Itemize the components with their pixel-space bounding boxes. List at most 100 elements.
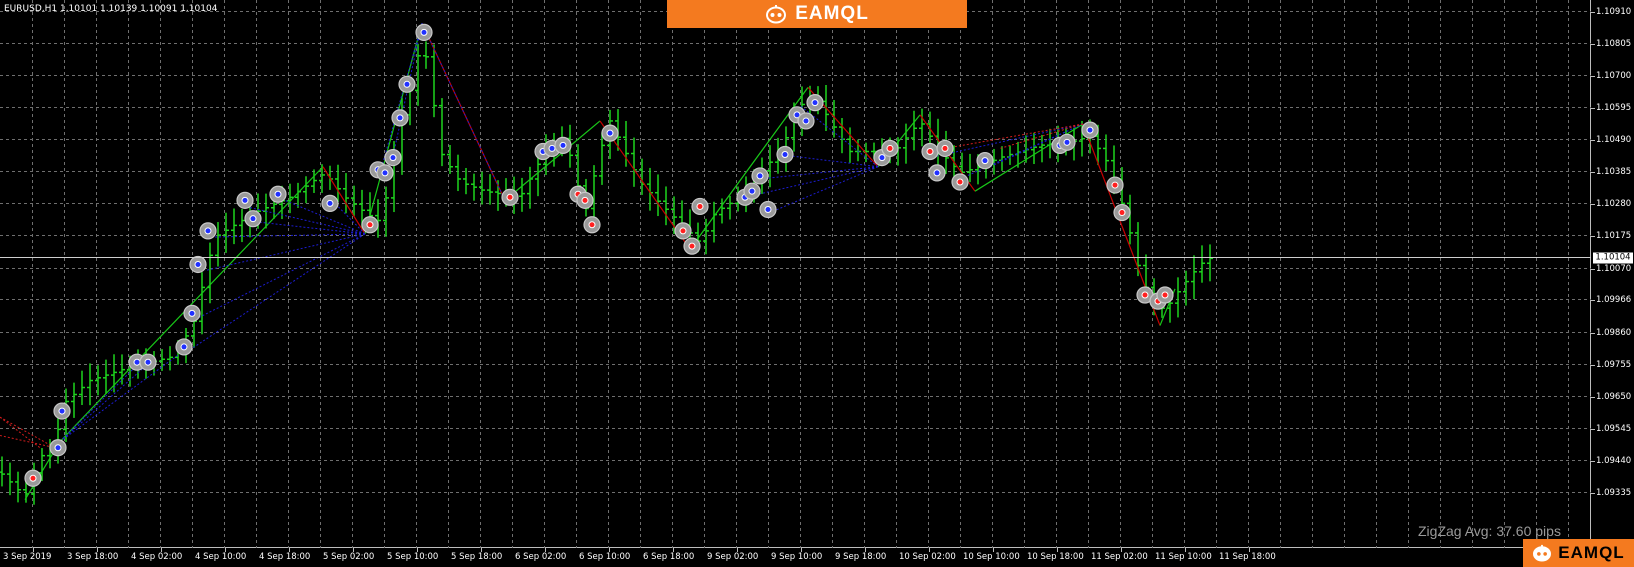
price-tick-label: 1.09966 xyxy=(1596,294,1632,305)
time-tick-label: 4 Sep 18:00 xyxy=(259,552,311,562)
time-tick-label: 10 Sep 10:00 xyxy=(963,552,1020,562)
time-tick-mark xyxy=(481,548,482,552)
time-tick-label: 11 Sep 18:00 xyxy=(1219,552,1276,562)
signal-marker-dot xyxy=(679,227,687,235)
symbol-info: EURUSD,H1 1.10101 1.10139 1.10091 1.1010… xyxy=(4,4,218,14)
time-tick-label: 3 Sep 18:00 xyxy=(67,552,119,562)
signal-marker-dot xyxy=(886,144,894,152)
time-tick-mark xyxy=(1185,548,1186,552)
price-tick-mark xyxy=(1591,235,1595,237)
time-tick-mark xyxy=(609,548,610,552)
time-tick-label: 4 Sep 02:00 xyxy=(131,552,183,562)
price-tick-mark xyxy=(1591,139,1595,141)
price-tick-mark xyxy=(1591,75,1595,77)
signal-marker-dot xyxy=(926,147,934,155)
price-tick-label: 1.10280 xyxy=(1596,198,1632,209)
signal-marker-dot xyxy=(1141,291,1149,299)
time-tick-mark xyxy=(1249,548,1250,552)
signal-marker-dot xyxy=(144,358,152,366)
time-tick-mark xyxy=(33,548,34,552)
price-axis[interactable]: 1.10910 1.10805 1.10700 1.10595 1.10490 1.103… xyxy=(1591,0,1634,548)
zigzag-segment xyxy=(59,166,324,443)
price-tick-mark xyxy=(1591,268,1595,270)
time-axis[interactable]: 3 Sep 2019 3 Sep 18:00 4 Sep 02:00 4 Sep 10… xyxy=(0,548,1591,567)
signal-marker-dot xyxy=(194,260,202,268)
signal-marker-dot xyxy=(878,154,886,162)
fan-line xyxy=(334,203,366,235)
time-tick-label: 11 Sep 02:00 xyxy=(1091,552,1148,562)
fan-line xyxy=(779,154,879,168)
price-tick-mark xyxy=(1591,11,1595,13)
time-tick-mark xyxy=(737,548,738,552)
price-tick-label: 1.09755 xyxy=(1596,359,1632,370)
time-tick-mark xyxy=(1121,548,1122,552)
signal-marker-dot xyxy=(696,202,704,210)
signal-marker-dot xyxy=(420,28,428,36)
price-tick-label: 1.10490 xyxy=(1596,134,1632,145)
fan-line xyxy=(184,233,366,354)
signal-marker-dot xyxy=(781,151,789,159)
time-tick-label: 6 Sep 10:00 xyxy=(579,552,631,562)
time-tick-mark xyxy=(993,548,994,552)
fan-line xyxy=(0,435,56,449)
price-tick-label: 1.09545 xyxy=(1596,423,1632,434)
time-tick-label: 6 Sep 18:00 xyxy=(643,552,695,562)
signal-marker-dot xyxy=(381,169,389,177)
signal-marker-dot xyxy=(274,190,282,198)
signal-marker-dot xyxy=(1111,181,1119,189)
time-tick-label: 9 Sep 02:00 xyxy=(707,552,759,562)
price-tick-label: 1.10595 xyxy=(1596,102,1632,113)
signal-marker-dot xyxy=(403,80,411,88)
robot-icon xyxy=(1533,544,1552,562)
price-tick-label: 1.09650 xyxy=(1596,391,1632,402)
time-tick-mark xyxy=(673,548,674,552)
signal-marker-dot xyxy=(588,221,596,229)
signal-marker-dot xyxy=(764,206,772,214)
time-tick-label: 4 Sep 10:00 xyxy=(195,552,247,562)
fan-line xyxy=(194,233,366,320)
signal-marker-dot xyxy=(1161,291,1169,299)
time-tick-mark xyxy=(545,548,546,552)
price-tick-label: 1.09440 xyxy=(1596,455,1632,466)
time-tick-mark xyxy=(161,548,162,552)
signal-marker-dot xyxy=(606,129,614,137)
time-tick-mark xyxy=(97,548,98,552)
signal-marker-dot xyxy=(981,157,989,165)
robot-icon xyxy=(766,5,787,24)
price-tick-label: 1.10175 xyxy=(1596,230,1632,241)
signal-marker-dot xyxy=(1118,209,1126,217)
time-tick-mark xyxy=(353,548,354,552)
time-tick-mark xyxy=(417,548,418,552)
plot-area[interactable]: EURUSD,H1 1.10101 1.10139 1.10091 1.1010… xyxy=(0,0,1591,548)
price-tick-mark xyxy=(1591,43,1595,45)
time-tick-label: 11 Sep 10:00 xyxy=(1155,552,1212,562)
signal-marker-dot xyxy=(559,141,567,149)
brand-banner-top: EAMQL xyxy=(667,0,967,28)
signal-marker-dot xyxy=(941,144,949,152)
signal-marker-dot xyxy=(581,196,589,204)
price-tick-label: 1.10070 xyxy=(1596,263,1632,274)
price-tick-mark xyxy=(1591,460,1595,462)
signal-marker-dot xyxy=(133,358,141,366)
price-tick-mark xyxy=(1591,203,1595,205)
price-chart[interactable] xyxy=(0,0,1591,548)
fan-line xyxy=(254,221,366,235)
price-tick-mark xyxy=(1591,428,1595,430)
time-tick-mark xyxy=(225,548,226,552)
signal-marker-dot xyxy=(1086,126,1094,134)
signal-marker-dot xyxy=(188,309,196,317)
time-tick-label: 5 Sep 18:00 xyxy=(451,552,503,562)
chart-window[interactable]: EURUSD,H1 1.10101 1.10139 1.10091 1.1010… xyxy=(0,0,1634,567)
signal-marker-dot xyxy=(506,193,514,201)
signal-marker-dot xyxy=(241,196,249,204)
time-tick-label: 9 Sep 18:00 xyxy=(835,552,887,562)
time-tick-mark xyxy=(289,548,290,552)
signal-marker-dot xyxy=(58,407,66,415)
signal-marker-dot xyxy=(933,169,941,177)
signal-marker-dot xyxy=(956,178,964,186)
time-tick-label: 6 Sep 02:00 xyxy=(515,552,567,562)
price-tick-mark xyxy=(1591,299,1595,301)
signal-marker-dot xyxy=(249,215,257,223)
signal-marker-dot xyxy=(180,343,188,351)
price-tick-label: 1.09335 xyxy=(1596,487,1632,498)
